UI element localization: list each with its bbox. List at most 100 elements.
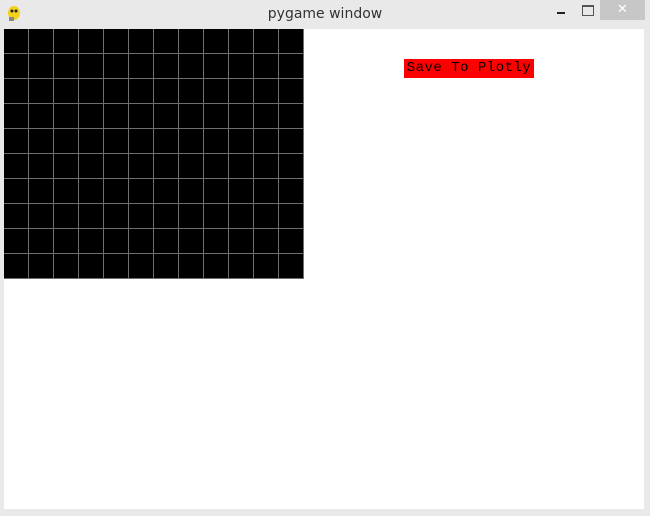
grid-cell[interactable] (154, 104, 179, 129)
grid-cell[interactable] (29, 204, 54, 229)
close-button[interactable]: ✕ (600, 0, 645, 20)
grid-cell[interactable] (4, 204, 29, 229)
grid-cell[interactable] (179, 29, 204, 54)
grid-cell[interactable] (29, 54, 54, 79)
grid-cell[interactable] (4, 229, 29, 254)
grid-cell[interactable] (79, 204, 104, 229)
grid-cell[interactable] (104, 229, 129, 254)
grid-cell[interactable] (229, 204, 254, 229)
grid-cell[interactable] (279, 204, 304, 229)
pygame-canvas[interactable]: Save To Plotly (4, 29, 644, 509)
grid-cell[interactable] (129, 254, 154, 279)
grid-cell[interactable] (29, 254, 54, 279)
grid-cell[interactable] (129, 129, 154, 154)
grid-cell[interactable] (179, 154, 204, 179)
grid-cell[interactable] (4, 29, 29, 54)
grid-cell[interactable] (129, 154, 154, 179)
grid-cell[interactable] (154, 254, 179, 279)
grid-cell[interactable] (104, 204, 129, 229)
grid-cell[interactable] (79, 79, 104, 104)
grid-cell[interactable] (4, 179, 29, 204)
grid-cell[interactable] (254, 204, 279, 229)
grid-cell[interactable] (104, 154, 129, 179)
grid-cell[interactable] (54, 29, 79, 54)
grid-cell[interactable] (179, 179, 204, 204)
grid-cell[interactable] (79, 104, 104, 129)
grid-cell[interactable] (29, 104, 54, 129)
grid-cell[interactable] (229, 154, 254, 179)
grid-cell[interactable] (54, 104, 79, 129)
grid-cell[interactable] (154, 79, 179, 104)
grid-cell[interactable] (129, 54, 154, 79)
grid-cell[interactable] (229, 179, 254, 204)
grid-cell[interactable] (204, 79, 229, 104)
grid-cell[interactable] (54, 204, 79, 229)
grid-cell[interactable] (4, 104, 29, 129)
grid-cell[interactable] (4, 79, 29, 104)
grid-cell[interactable] (179, 129, 204, 154)
grid-cell[interactable] (204, 229, 229, 254)
grid-cell[interactable] (179, 54, 204, 79)
grid-cell[interactable] (229, 54, 254, 79)
pixel-grid[interactable] (4, 29, 304, 279)
grid-cell[interactable] (229, 104, 254, 129)
maximize-button[interactable] (580, 3, 596, 19)
grid-cell[interactable] (254, 254, 279, 279)
grid-cell[interactable] (279, 154, 304, 179)
grid-cell[interactable] (179, 104, 204, 129)
grid-cell[interactable] (179, 229, 204, 254)
grid-cell[interactable] (54, 54, 79, 79)
grid-cell[interactable] (154, 129, 179, 154)
grid-cell[interactable] (279, 179, 304, 204)
grid-cell[interactable] (54, 79, 79, 104)
grid-cell[interactable] (29, 129, 54, 154)
grid-cell[interactable] (279, 104, 304, 129)
grid-cell[interactable] (129, 179, 154, 204)
grid-cell[interactable] (29, 229, 54, 254)
grid-cell[interactable] (129, 204, 154, 229)
grid-cell[interactable] (204, 129, 229, 154)
grid-cell[interactable] (254, 29, 279, 54)
grid-cell[interactable] (279, 229, 304, 254)
grid-cell[interactable] (129, 79, 154, 104)
grid-cell[interactable] (54, 154, 79, 179)
grid-cell[interactable] (279, 29, 304, 54)
grid-cell[interactable] (204, 54, 229, 79)
grid-cell[interactable] (279, 129, 304, 154)
grid-cell[interactable] (154, 154, 179, 179)
save-to-plotly-button[interactable]: Save To Plotly (404, 59, 534, 78)
grid-cell[interactable] (79, 254, 104, 279)
grid-cell[interactable] (204, 254, 229, 279)
grid-cell[interactable] (154, 179, 179, 204)
grid-cell[interactable] (254, 129, 279, 154)
grid-cell[interactable] (129, 229, 154, 254)
grid-cell[interactable] (104, 54, 129, 79)
grid-cell[interactable] (179, 204, 204, 229)
grid-cell[interactable] (179, 254, 204, 279)
grid-cell[interactable] (279, 54, 304, 79)
grid-cell[interactable] (204, 179, 229, 204)
grid-cell[interactable] (54, 254, 79, 279)
grid-cell[interactable] (254, 54, 279, 79)
grid-cell[interactable] (254, 154, 279, 179)
grid-cell[interactable] (29, 29, 54, 54)
grid-cell[interactable] (254, 229, 279, 254)
grid-cell[interactable] (54, 179, 79, 204)
minimize-button[interactable] (552, 3, 572, 19)
grid-cell[interactable] (79, 179, 104, 204)
grid-cell[interactable] (154, 229, 179, 254)
grid-cell[interactable] (4, 254, 29, 279)
grid-cell[interactable] (29, 154, 54, 179)
grid-cell[interactable] (129, 104, 154, 129)
grid-cell[interactable] (229, 79, 254, 104)
grid-cell[interactable] (204, 29, 229, 54)
grid-cell[interactable] (4, 54, 29, 79)
grid-cell[interactable] (204, 104, 229, 129)
grid-cell[interactable] (229, 229, 254, 254)
grid-cell[interactable] (254, 179, 279, 204)
grid-cell[interactable] (79, 229, 104, 254)
grid-cell[interactable] (104, 29, 129, 54)
grid-cell[interactable] (129, 29, 154, 54)
grid-cell[interactable] (179, 79, 204, 104)
grid-cell[interactable] (79, 129, 104, 154)
